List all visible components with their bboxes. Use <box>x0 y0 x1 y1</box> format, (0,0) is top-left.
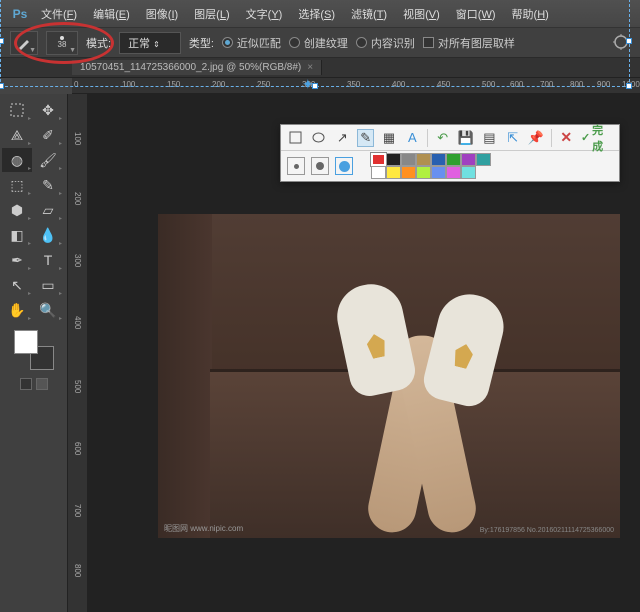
undo-icon[interactable]: ↶ <box>434 129 451 147</box>
cursor-marker-icon: ✦ <box>302 76 314 93</box>
menu-type[interactable]: 文字(Y) <box>239 2 290 26</box>
menu-filter[interactable]: 滤镜(T) <box>344 2 394 26</box>
color-purple[interactable] <box>461 153 476 166</box>
menu-layer[interactable]: 图层(L) <box>187 2 236 26</box>
zoom-tool[interactable]: 🔍▸ <box>33 298 63 322</box>
annotation-toolbar: ↗ ✎ ▦ A ↶ 💾 ▤ ⇱ 📌 ✕ ✓完成 <box>280 124 620 182</box>
save-icon[interactable]: 💾 <box>457 129 474 147</box>
crop-tool[interactable]: ⟁▸ <box>2 123 32 147</box>
menu-image[interactable]: 图像(I) <box>139 2 185 26</box>
text-annot-icon[interactable]: A <box>404 129 421 147</box>
cancel-icon[interactable]: ✕ <box>558 129 575 147</box>
menu-file[interactable]: 文件(F) <box>34 2 84 26</box>
pen-tool[interactable]: ✒▸ <box>2 248 32 272</box>
color-green[interactable] <box>446 153 461 166</box>
color-olive[interactable] <box>416 153 431 166</box>
tool-preset-picker[interactable]: ▼ <box>10 31 38 55</box>
shape-rect-icon[interactable] <box>287 129 304 147</box>
color-black[interactable] <box>386 153 401 166</box>
arrow-icon[interactable]: ↗ <box>334 129 351 147</box>
shape-tool[interactable]: ▭▸ <box>33 273 63 297</box>
menu-window[interactable]: 窗口(W) <box>449 2 503 26</box>
size-small[interactable] <box>287 157 305 175</box>
app-logo-icon: Ps <box>8 4 32 24</box>
path-select-tool[interactable]: ↖▸ <box>2 273 32 297</box>
watermark-left: 昵图网 www.nipic.com <box>164 523 243 534</box>
color-teal[interactable] <box>476 153 491 166</box>
sample-all-layers-checkbox[interactable]: 对所有图层取样 <box>423 35 515 51</box>
hand-tool[interactable]: ✋▸ <box>2 298 32 322</box>
color-red[interactable] <box>371 153 386 166</box>
pencil-tool[interactable]: ✎▸ <box>33 173 63 197</box>
color-skyblue[interactable] <box>431 166 446 179</box>
mosaic-icon[interactable]: ▦ <box>380 129 397 147</box>
color-blue[interactable] <box>431 153 446 166</box>
watermark-right: By:176197856 No.20160211114725366000 <box>480 527 614 534</box>
eyedropper-tool[interactable]: ✐▸ <box>33 123 63 147</box>
menu-bar: Ps 文件(F) 编辑(E) 图像(I) 图层(L) 文字(Y) 选择(S) 滤… <box>0 0 640 28</box>
menu-select[interactable]: 选择(S) <box>291 2 342 26</box>
menu-edit[interactable]: 编辑(E) <box>86 2 137 26</box>
shape-ellipse-icon[interactable] <box>310 129 327 147</box>
color-lime[interactable] <box>416 166 431 179</box>
gradient-tool[interactable]: ◧▸ <box>2 223 32 247</box>
quickmask-icon[interactable] <box>20 378 32 390</box>
color-magenta[interactable] <box>446 166 461 179</box>
color-cyan[interactable] <box>461 166 476 179</box>
pin-icon[interactable]: 📌 <box>527 129 544 147</box>
foreground-color[interactable] <box>14 330 38 354</box>
toolbox: ▸ ✥▸ ⟁▸ ✐▸ ◍▸ 🖌▸ ⬚▸ ✎▸ ⬢▸ ▱▸ ◧▸ 💧▸ ✒▸ T▸… <box>0 94 68 612</box>
ruler-horizontal[interactable]: 0 100 150 200 250 300 350 400 450 500 60… <box>72 78 640 94</box>
blur-tool[interactable]: 💧▸ <box>33 223 63 247</box>
pressure-icon[interactable] <box>612 33 632 53</box>
radio-proximity[interactable]: 近似匹配 <box>222 35 281 51</box>
menu-view[interactable]: 视图(V) <box>396 2 447 26</box>
patch-tool[interactable]: ⬚▸ <box>2 173 32 197</box>
share-icon[interactable]: ⇱ <box>504 129 521 147</box>
healing-brush-tool[interactable]: ◍▸ <box>2 148 32 172</box>
color-yellow[interactable] <box>386 166 401 179</box>
color-white[interactable] <box>371 166 386 179</box>
radio-texture[interactable]: 创建纹理 <box>289 35 348 51</box>
move-tool[interactable]: ✥▸ <box>33 98 63 122</box>
open-icon[interactable]: ▤ <box>481 129 498 147</box>
ruler-vertical[interactable]: 100 200 300 400 500 600 700 800 <box>72 94 88 612</box>
type-tool[interactable]: T▸ <box>33 248 63 272</box>
menu-help[interactable]: 帮助(H) <box>505 2 556 26</box>
pencil-annot-icon[interactable]: ✎ <box>357 129 374 147</box>
brush-preset-picker[interactable]: 38 ▼ <box>46 31 78 55</box>
eraser-tool[interactable]: ▱▸ <box>33 198 63 222</box>
mode-label: 模式: <box>86 35 111 51</box>
screenmode-icon[interactable] <box>36 378 48 390</box>
size-large[interactable] <box>335 157 353 175</box>
color-orange[interactable] <box>401 166 416 179</box>
mode-select[interactable]: 正常 ⇕ <box>119 32 181 54</box>
options-bar: ▼ 38 ▼ 模式: 正常 ⇕ 类型: 近似匹配 创建纹理 内容识别 对所有图层… <box>0 28 640 58</box>
color-swatch[interactable] <box>14 330 54 370</box>
close-tab-icon[interactable]: × <box>307 62 313 73</box>
color-palette <box>371 153 521 179</box>
type-label: 类型: <box>189 35 214 51</box>
document-tab[interactable]: 10570451_114725366000_2.jpg @ 50%(RGB/8#… <box>72 60 322 75</box>
marquee-tool[interactable]: ▸ <box>2 98 32 122</box>
brush-size-label: 38 <box>58 40 67 49</box>
size-med[interactable] <box>311 157 329 175</box>
done-button[interactable]: ✓完成 <box>581 122 613 154</box>
document-canvas[interactable]: 昵图网 www.nipic.com By:176197856 No.201602… <box>158 214 620 538</box>
clone-stamp-tool[interactable]: ⬢▸ <box>2 198 32 222</box>
color-gray[interactable] <box>401 153 416 166</box>
document-tab-bar: 10570451_114725366000_2.jpg @ 50%(RGB/8#… <box>0 58 640 78</box>
brush-tool[interactable]: 🖌▸ <box>33 148 63 172</box>
radio-content-aware[interactable]: 内容识别 <box>356 35 415 51</box>
